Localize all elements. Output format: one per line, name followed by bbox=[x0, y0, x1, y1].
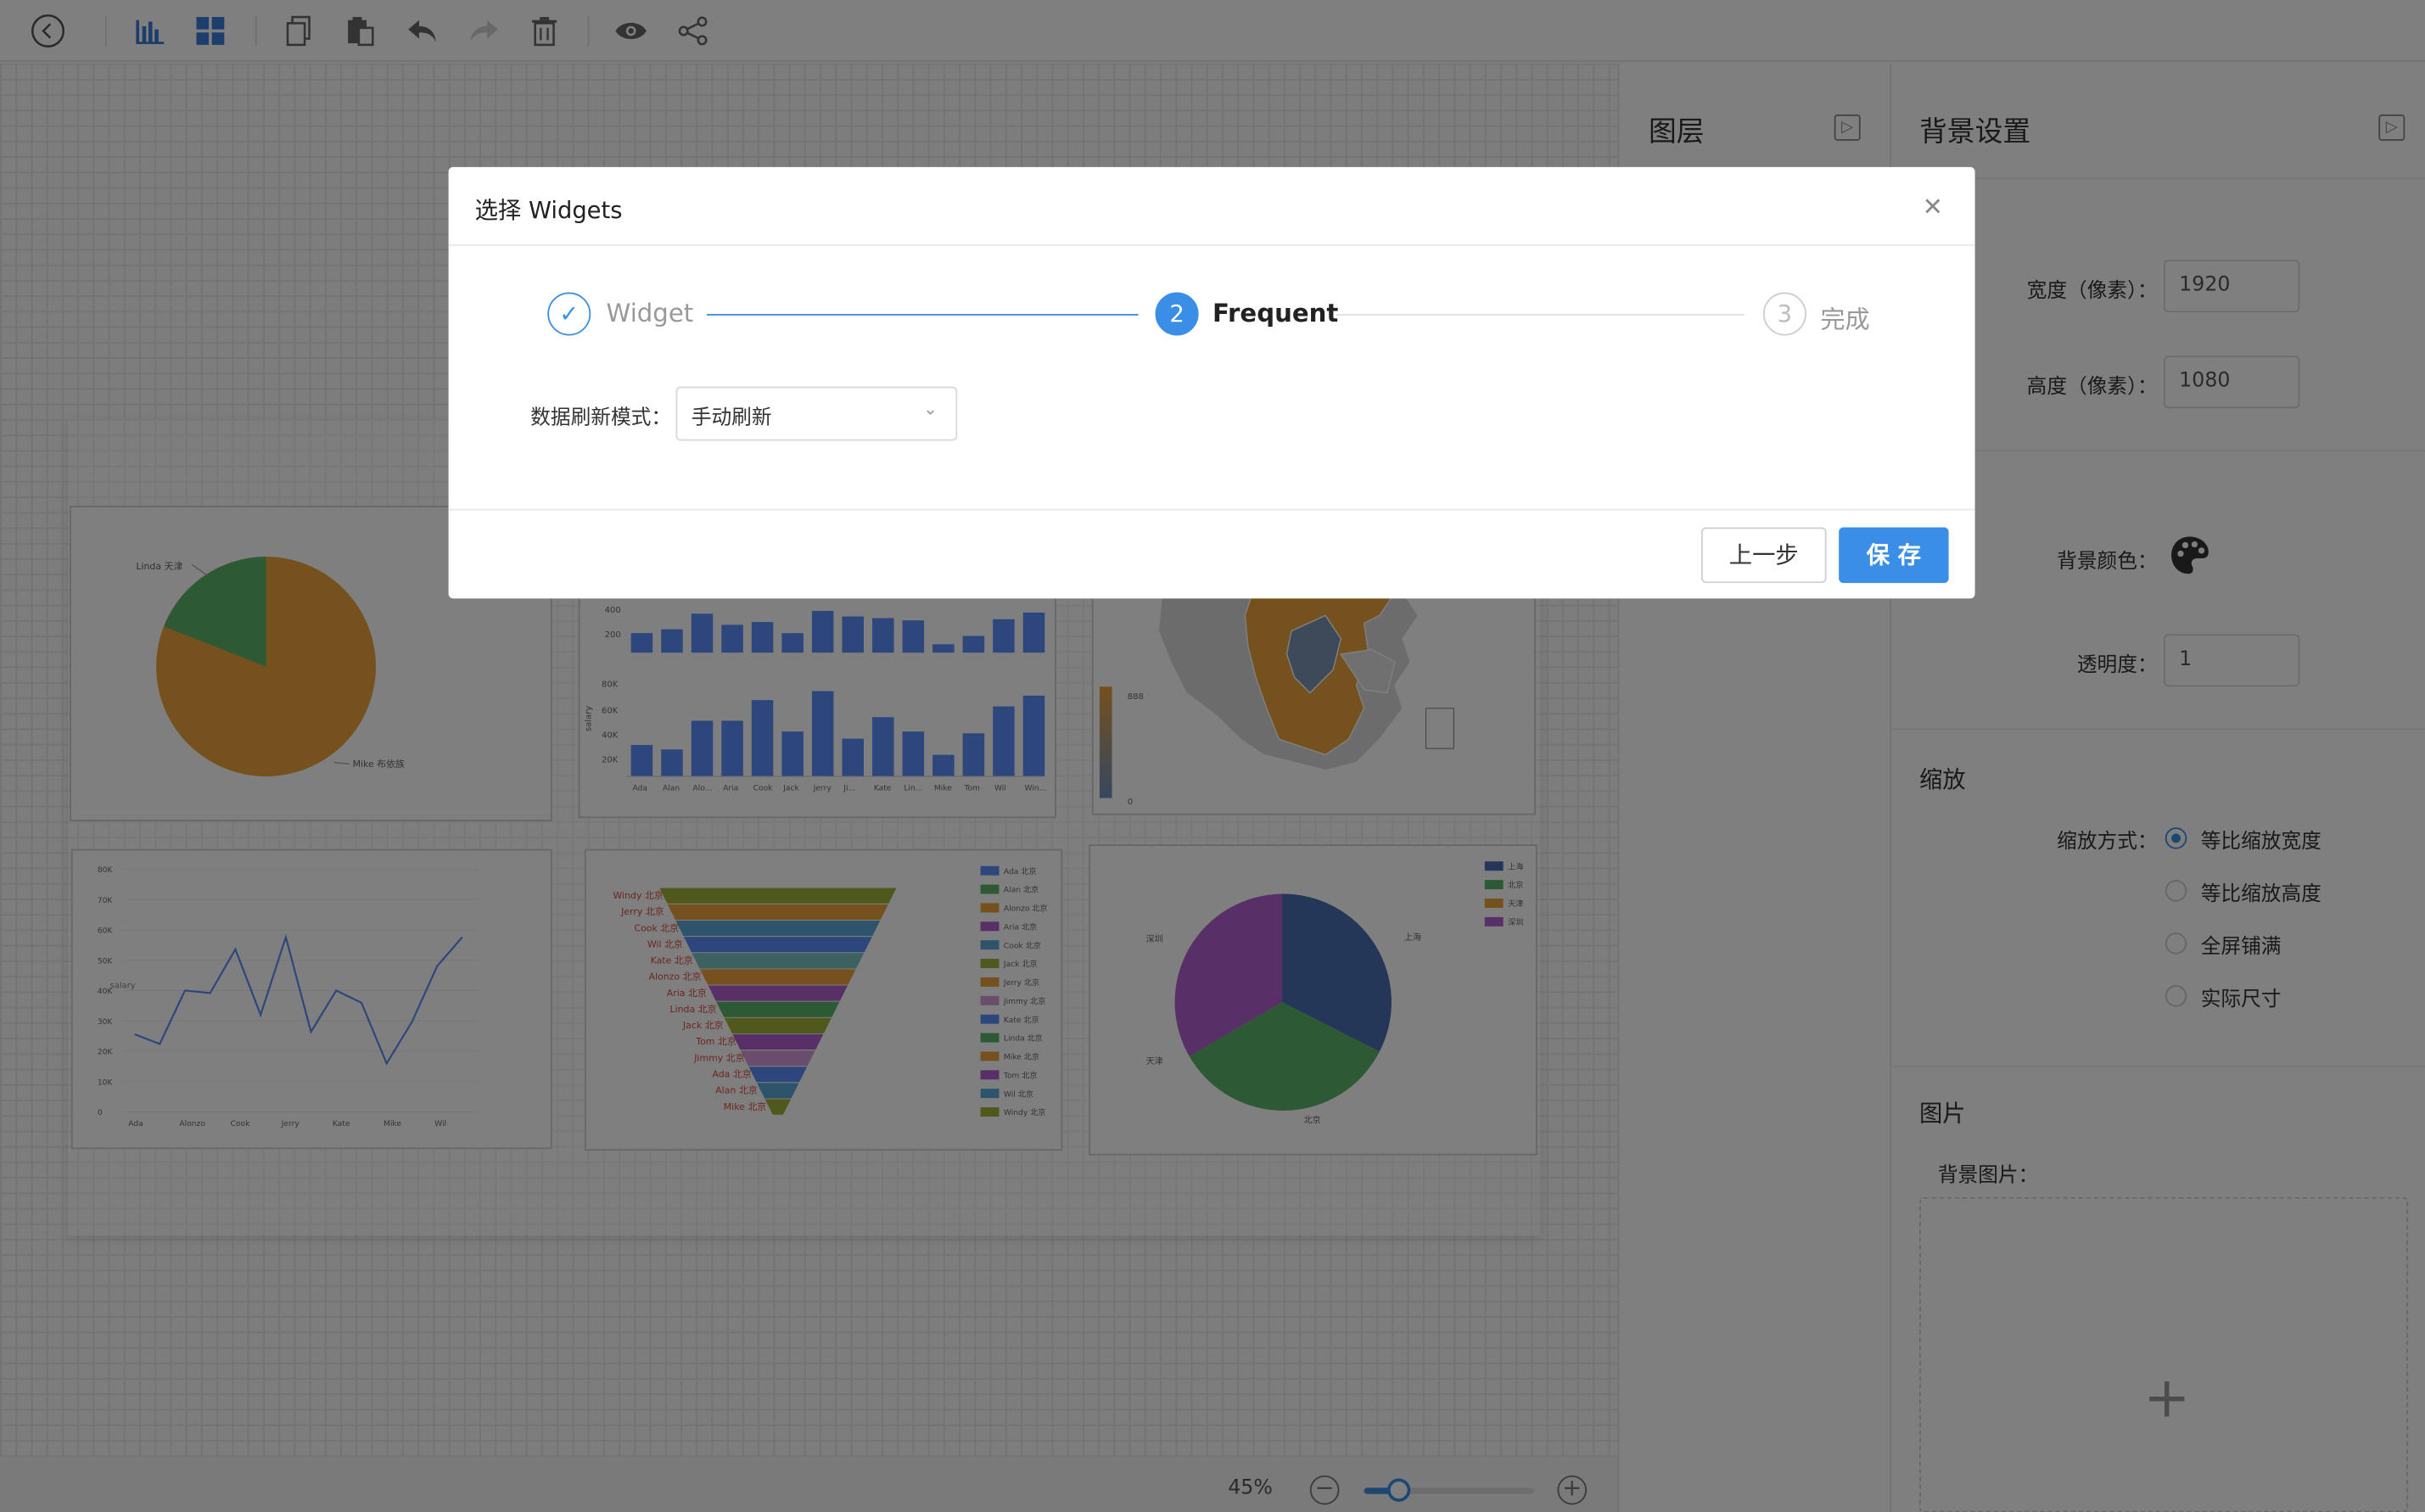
modal-title: 选择 Widgets bbox=[474, 196, 623, 225]
chevron-down-icon: ⌄ bbox=[923, 399, 938, 419]
step-label-frequent: Frequent bbox=[1212, 298, 1339, 328]
step-check-icon: ✓ bbox=[547, 292, 591, 336]
divider bbox=[448, 244, 1975, 246]
refresh-mode-select[interactable]: 手动刷新 ⌄ bbox=[675, 386, 958, 441]
step-label-done: 完成 bbox=[1820, 305, 1870, 334]
step-label-widget: Widget bbox=[606, 298, 694, 328]
step-number-3: 3 bbox=[1762, 292, 1806, 336]
app-root: Linda 天津 Mike 布依族 400 200 80K 60K 40K 20… bbox=[0, 0, 2425, 1512]
step-connector bbox=[706, 314, 1139, 316]
close-icon[interactable]: ✕ bbox=[1923, 192, 1943, 221]
refresh-mode-value: 手动刷新 bbox=[691, 406, 772, 430]
select-widgets-modal: 选择 Widgets ✕ ✓ Widget 2 Frequent 3 完成 数据… bbox=[448, 166, 1975, 599]
save-button[interactable]: 保 存 bbox=[1839, 527, 1949, 584]
step-number-2: 2 bbox=[1155, 292, 1199, 336]
step-connector bbox=[1336, 314, 1745, 316]
divider bbox=[448, 508, 1975, 511]
prev-step-button[interactable]: 上一步 bbox=[1700, 527, 1827, 584]
refresh-mode-label: 数据刷新模式： bbox=[530, 406, 672, 430]
